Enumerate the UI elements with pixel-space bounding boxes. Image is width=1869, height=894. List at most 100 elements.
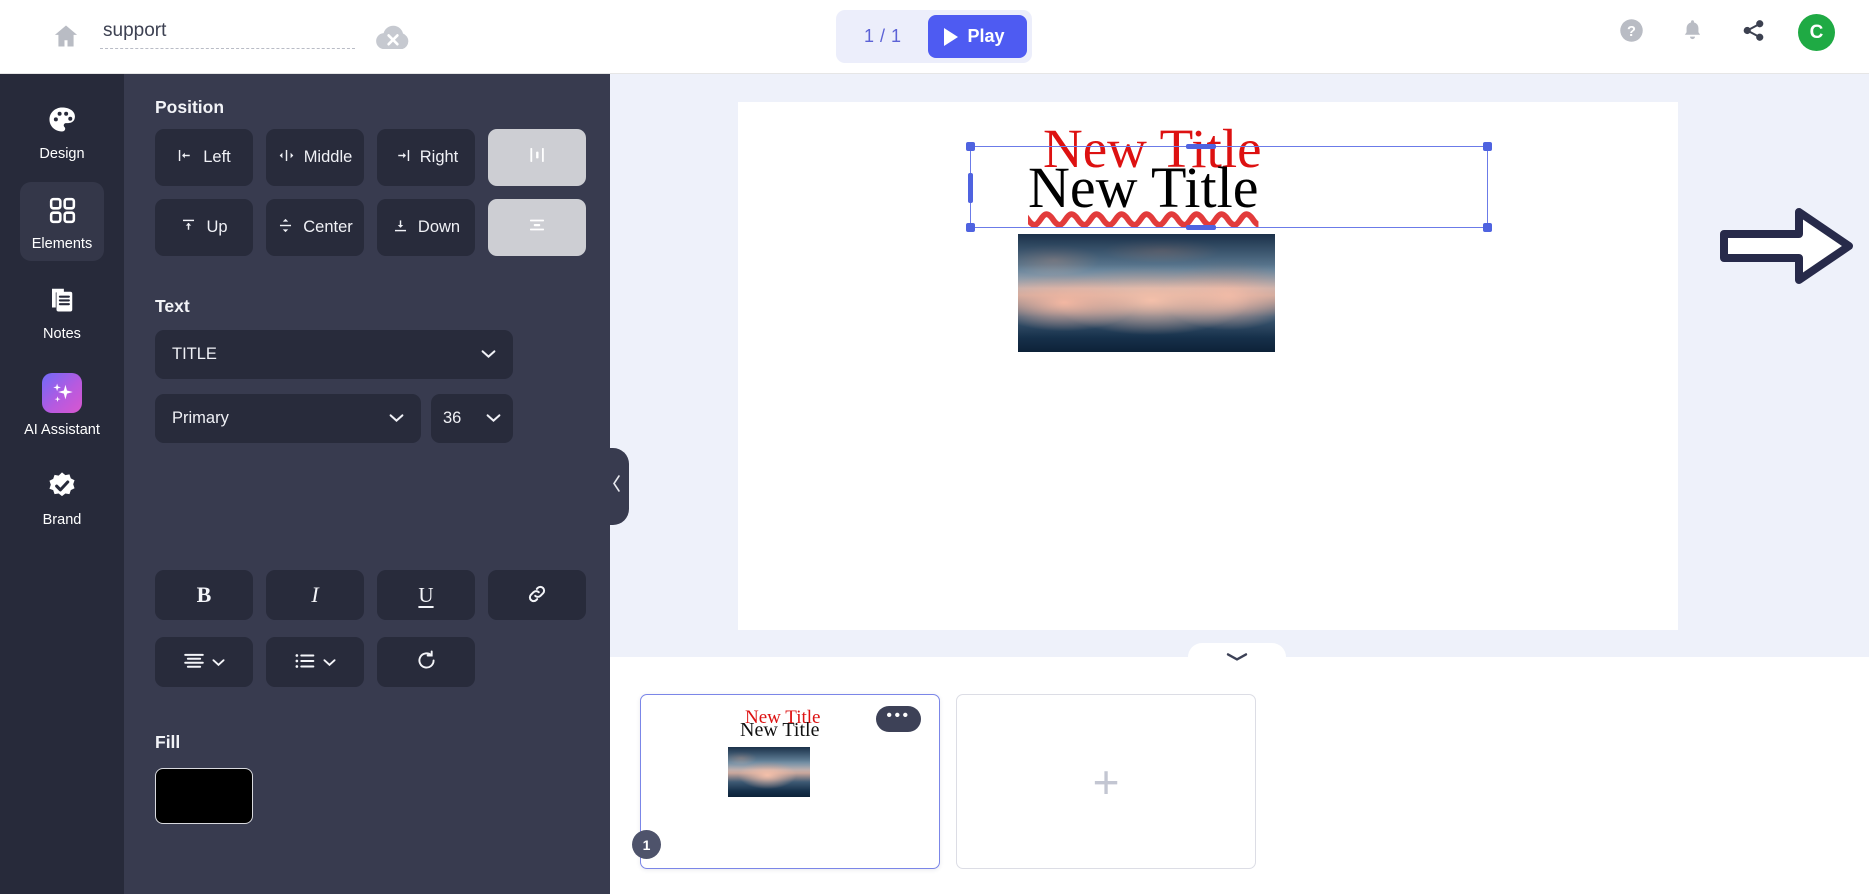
- document-title-input[interactable]: [100, 20, 355, 49]
- text-format-row: B I U: [155, 570, 586, 620]
- align-middle-icon: [278, 147, 295, 169]
- question-circle-icon: ?: [1618, 17, 1645, 49]
- avatar-initial: C: [1809, 21, 1824, 43]
- reset-rotate-icon: [415, 649, 438, 675]
- font-size-select[interactable]: 36: [431, 394, 513, 443]
- sparkles-icon: [42, 373, 82, 413]
- align-left-button[interactable]: Left: [155, 129, 253, 186]
- help-button[interactable]: ?: [1615, 17, 1647, 49]
- avatar[interactable]: C: [1798, 14, 1835, 51]
- sidebar-item-design[interactable]: Design: [20, 92, 104, 171]
- filmstrip-collapse-handle[interactable]: [1188, 643, 1286, 673]
- text-section-title: Text: [155, 296, 190, 316]
- font-size-value: 36: [443, 409, 462, 427]
- thumbnail-image: [728, 747, 810, 797]
- align-up-icon: [180, 217, 197, 239]
- link-button[interactable]: [488, 570, 586, 620]
- play-label: Play: [967, 26, 1005, 46]
- align-down-icon: [392, 217, 409, 239]
- bullet-list-button[interactable]: [266, 637, 364, 687]
- fill-color-swatch[interactable]: [155, 768, 253, 824]
- reset-format-button[interactable]: [377, 637, 475, 687]
- font-family-select[interactable]: Primary: [155, 394, 421, 443]
- home-button[interactable]: [46, 18, 86, 58]
- text-align-button[interactable]: [155, 637, 253, 687]
- resize-handle-bottom-right[interactable]: [1483, 223, 1492, 232]
- distribute-horizontal-button[interactable]: [488, 129, 586, 186]
- cloud-discard-button[interactable]: [372, 22, 414, 54]
- play-icon: [943, 27, 958, 46]
- align-left-icon: [177, 147, 194, 169]
- slide-canvas[interactable]: New Title New Title: [738, 102, 1678, 630]
- slide-number-badge: 1: [632, 830, 661, 859]
- slide-image[interactable]: [1018, 234, 1275, 352]
- resize-handle-bottom-center[interactable]: [1186, 225, 1216, 230]
- font-family-value: Primary: [172, 409, 229, 427]
- sidebar-item-notes[interactable]: Notes: [20, 272, 104, 351]
- resize-handle-top-right[interactable]: [1483, 142, 1492, 151]
- position-row-vertical: Up Center Down: [155, 199, 586, 256]
- bold-button[interactable]: B: [155, 570, 253, 620]
- align-right-icon: [394, 147, 411, 169]
- add-slide-thumbnail[interactable]: +: [956, 694, 1256, 869]
- notifications-button[interactable]: [1676, 17, 1708, 49]
- sidebar-item-ai-assistant[interactable]: AI Assistant: [20, 362, 104, 447]
- bold-label: B: [196, 582, 212, 607]
- bell-icon: [1680, 17, 1705, 48]
- notes-icon: [45, 283, 79, 317]
- top-bar: 1 / 1 Play ?: [0, 0, 1869, 74]
- align-middle-label: Middle: [303, 148, 353, 166]
- top-right-actions: ? C: [1615, 14, 1835, 51]
- slide-thumbnail-1[interactable]: New Title New Title ••• 1: [632, 694, 940, 869]
- align-right-label: Right: [419, 148, 459, 166]
- link-icon: [525, 582, 549, 609]
- properties-panel: Position Left Middle Right Up Center Dow…: [124, 74, 610, 894]
- filmstrip: New Title New Title ••• 1 +: [610, 657, 1869, 894]
- sidebar-item-label: AI Assistant: [24, 422, 100, 438]
- badge-check-icon: [45, 469, 79, 503]
- chevron-down-icon: [389, 409, 404, 428]
- chevron-down-icon: [323, 655, 336, 670]
- text-align-row: [155, 637, 475, 687]
- underline-label: U: [418, 582, 434, 607]
- distribute-vertical-button[interactable]: [488, 199, 586, 256]
- play-button[interactable]: Play: [927, 15, 1027, 58]
- panel-collapse-handle[interactable]: [603, 448, 629, 525]
- chevron-down-icon: [486, 409, 501, 428]
- align-down-button[interactable]: Down: [377, 199, 475, 256]
- align-center-icon: [277, 217, 294, 239]
- align-center-label: Center: [303, 218, 353, 236]
- cloud-close-icon: [372, 25, 414, 58]
- sidebar-item-label: Notes: [43, 326, 81, 342]
- plus-icon: +: [1092, 755, 1120, 808]
- align-right-button[interactable]: Right: [377, 129, 475, 186]
- text-style-select[interactable]: TITLE: [155, 330, 513, 379]
- selection-bounding-box[interactable]: [966, 142, 1492, 232]
- chevron-down-icon: [481, 345, 496, 364]
- sidebar-item-label: Elements: [31, 236, 93, 252]
- svg-text:?: ?: [1627, 24, 1636, 40]
- chevron-down-icon: [212, 655, 225, 670]
- align-middle-button[interactable]: Middle: [266, 129, 364, 186]
- align-center-button[interactable]: Center: [266, 199, 364, 256]
- resize-handle-top-left[interactable]: [966, 142, 975, 151]
- align-up-button[interactable]: Up: [155, 199, 253, 256]
- italic-label: I: [311, 582, 319, 607]
- chevron-left-icon: [611, 474, 622, 499]
- position-buttons: Left Middle Right Up Center Down: [155, 129, 586, 269]
- resize-handle-middle-left[interactable]: [968, 173, 973, 203]
- slide-options-button[interactable]: •••: [876, 706, 921, 732]
- underline-button[interactable]: U: [377, 570, 475, 620]
- resize-handle-bottom-left[interactable]: [966, 223, 975, 232]
- resize-handle-top-center[interactable]: [1186, 144, 1216, 149]
- thumbnail-title-black: New Title: [740, 719, 820, 741]
- sidebar-item-brand[interactable]: Brand: [20, 458, 104, 537]
- italic-button[interactable]: I: [266, 570, 364, 620]
- palette-icon: [45, 103, 79, 137]
- share-icon: [1741, 18, 1766, 48]
- sidebar-item-elements[interactable]: Elements: [20, 182, 104, 261]
- grid-blocks-icon: [45, 193, 79, 227]
- fill-section-title: Fill: [155, 732, 181, 752]
- share-button[interactable]: [1737, 17, 1769, 49]
- arrow-right-pointer: [1720, 205, 1854, 292]
